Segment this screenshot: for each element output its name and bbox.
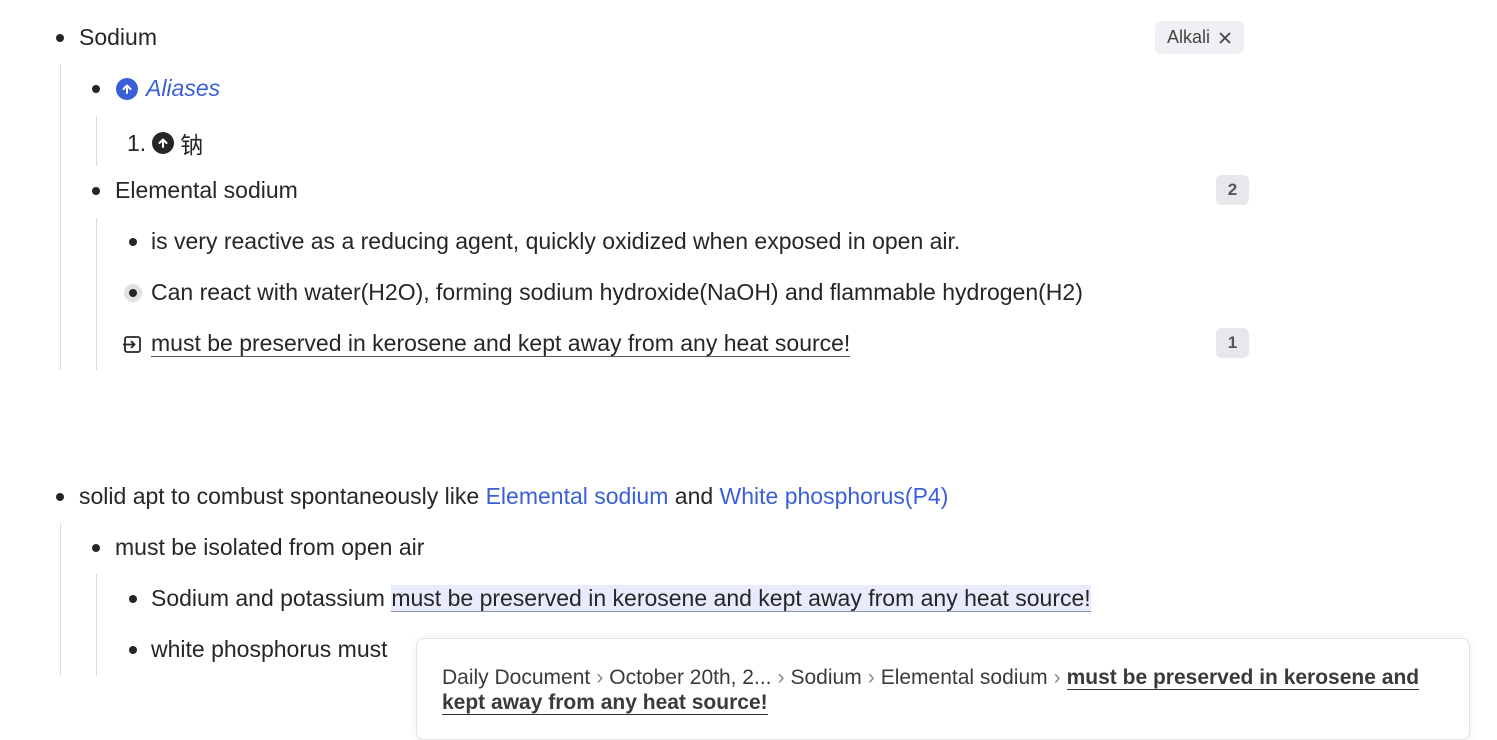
alias-value: 钠: [180, 132, 204, 158]
block-reactive[interactable]: is very reactive as a reducing agent, qu…: [151, 228, 960, 255]
bullet[interactable]: [129, 238, 137, 246]
chevron-right-icon: ›: [596, 666, 604, 689]
block-react-water[interactable]: Can react with water(H2O), forming sodiu…: [151, 279, 1083, 306]
block-ref-popover[interactable]: Daily Document › October 20th, 2... › Sodium…: [416, 638, 1470, 740]
reference-count-badge[interactable]: 1: [1216, 328, 1249, 358]
text: solid apt to combust spontaneously like: [79, 483, 486, 509]
tag-label: Alkali: [1167, 27, 1211, 47]
bullet[interactable]: [92, 544, 100, 552]
bullet: [129, 289, 137, 297]
block-solid[interactable]: solid apt to combust spontaneously like …: [79, 483, 948, 510]
chevron-right-icon: ›: [1053, 666, 1061, 689]
bullet[interactable]: [56, 493, 64, 501]
block-kerosene[interactable]: must be preserved in kerosene and kept a…: [151, 330, 851, 357]
breadcrumb-item[interactable]: October 20th, 2...: [609, 666, 771, 689]
bullet[interactable]: [92, 85, 100, 93]
block-ref-inline[interactable]: must be preserved in kerosene and kept a…: [391, 585, 1091, 612]
indent-guide: [96, 116, 97, 166]
text: Sodium and potassium: [151, 585, 392, 611]
arrow-up-circle-icon: [116, 77, 138, 100]
block-aliases[interactable]: Aliases: [116, 75, 220, 102]
text: and: [668, 483, 720, 509]
block-ref-text[interactable]: must be preserved in kerosene and kept a…: [151, 330, 851, 357]
chevron-right-icon: ›: [777, 666, 785, 689]
bullet[interactable]: [92, 187, 100, 195]
breadcrumb-item[interactable]: Elemental sodium: [881, 666, 1048, 689]
block-elemental-sodium[interactable]: Elemental sodium: [115, 177, 298, 204]
page-link-white-phosphorus[interactable]: White phosphorus(P4): [720, 483, 949, 509]
alias-item[interactable]: 1. 钠: [127, 126, 203, 160]
breadcrumb-item[interactable]: Sodium: [791, 666, 862, 689]
list-number: 1.: [127, 129, 147, 156]
arrow-up-circle-icon: [152, 132, 175, 154]
page-link-elemental-sodium[interactable]: Elemental sodium: [486, 483, 669, 509]
bullet[interactable]: [56, 34, 64, 42]
indent-guide: [60, 523, 61, 676]
indent-guide: [60, 64, 61, 370]
chevron-right-icon: ›: [867, 666, 875, 689]
reference-count-badge[interactable]: 2: [1216, 175, 1249, 205]
tag-alkali[interactable]: Alkali: [1155, 21, 1245, 54]
block-isolated[interactable]: must be isolated from open air: [115, 534, 424, 561]
block-white-phosphorus[interactable]: white phosphorus must: [151, 636, 388, 663]
block-sodium-potassium[interactable]: Sodium and potassium must be preserved i…: [151, 585, 1091, 612]
breadcrumb: Daily Document › October 20th, 2... › Sodium…: [442, 665, 1432, 715]
close-icon[interactable]: [1218, 31, 1232, 45]
bullet[interactable]: [129, 646, 137, 654]
breadcrumb-item[interactable]: Daily Document: [442, 666, 590, 689]
indent-guide: [96, 574, 97, 676]
aliases-link[interactable]: Aliases: [146, 75, 220, 102]
indent-guide: [96, 218, 97, 370]
bullet[interactable]: [129, 595, 137, 603]
embed-arrow-icon[interactable]: [123, 335, 143, 355]
block-sodium[interactable]: Sodium: [79, 24, 157, 51]
